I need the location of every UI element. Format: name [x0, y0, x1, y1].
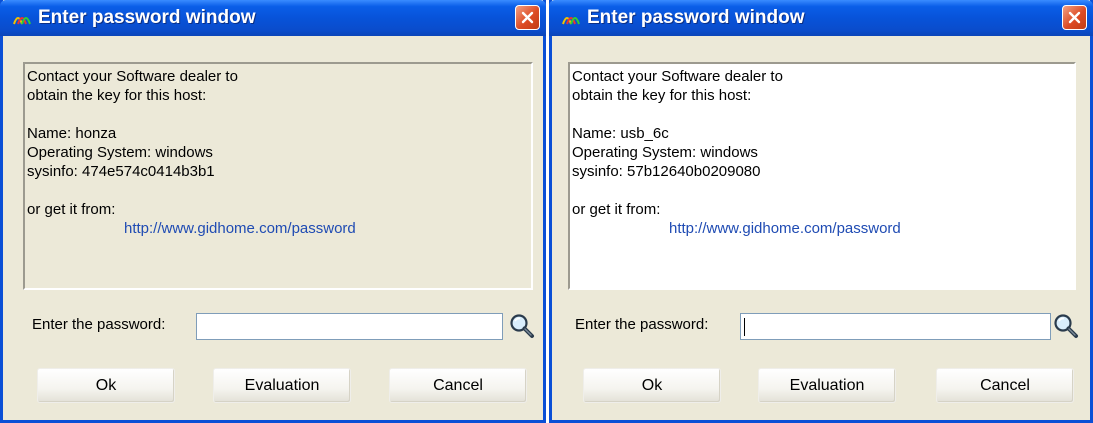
window-title: Enter password window — [587, 7, 805, 28]
sysinfo: sysinfo: 57b12640b0209080 — [572, 163, 761, 180]
window-title: Enter password window — [38, 7, 256, 28]
password-input[interactable] — [196, 313, 503, 340]
info-line: or get it from: — [572, 201, 661, 218]
operating-system: Operating System: windows — [27, 144, 213, 161]
title-bar[interactable]: Enter password window — [0, 0, 546, 36]
info-line — [572, 181, 1074, 200]
info-line: obtain the key for this host: — [572, 87, 752, 104]
info-line — [27, 105, 531, 124]
close-button[interactable] — [515, 5, 540, 30]
password-label: Enter the password: — [32, 316, 166, 333]
password-dialog-2: Enter password window Contact your Softw… — [549, 0, 1093, 423]
password-dialog-1: Enter password window Contact your Softw… — [0, 0, 546, 423]
magnifier-icon[interactable] — [508, 312, 536, 340]
info-text-panel: Contact your Software dealer to obtain t… — [23, 62, 533, 290]
ok-button[interactable]: Ok — [583, 368, 721, 403]
close-icon — [521, 11, 534, 24]
title-bar[interactable]: Enter password window — [549, 0, 1093, 36]
evaluation-button[interactable]: Evaluation — [758, 368, 896, 403]
app-logo-icon — [562, 17, 580, 25]
password-link[interactable]: http://www.gidhome.com/password — [27, 219, 531, 238]
ok-button[interactable]: Ok — [37, 368, 175, 403]
evaluation-button[interactable]: Evaluation — [213, 368, 351, 403]
close-icon — [1068, 11, 1081, 24]
info-line — [27, 181, 531, 200]
cancel-button[interactable]: Cancel — [389, 368, 527, 403]
host-name: Name: honza — [27, 125, 117, 142]
password-label: Enter the password: — [575, 316, 709, 333]
info-line: Contact your Software dealer to — [572, 68, 783, 85]
info-text-panel: Contact your Software dealer to obtain t… — [568, 62, 1076, 290]
password-link[interactable]: http://www.gidhome.com/password — [572, 219, 1074, 238]
magnifier-icon[interactable] — [1052, 312, 1080, 340]
info-line: or get it from: — [27, 201, 116, 218]
host-name: Name: usb_6c — [572, 125, 669, 142]
info-line: obtain the key for this host: — [27, 87, 207, 104]
sysinfo: sysinfo: 474e574c0414b3b1 — [27, 163, 215, 180]
cancel-button[interactable]: Cancel — [936, 368, 1074, 403]
close-button[interactable] — [1062, 5, 1087, 30]
password-input[interactable] — [740, 313, 1051, 340]
operating-system: Operating System: windows — [572, 144, 758, 161]
info-line — [572, 105, 1074, 124]
app-logo-icon — [13, 17, 31, 25]
text-cursor — [744, 318, 745, 336]
info-line: Contact your Software dealer to — [27, 68, 238, 85]
